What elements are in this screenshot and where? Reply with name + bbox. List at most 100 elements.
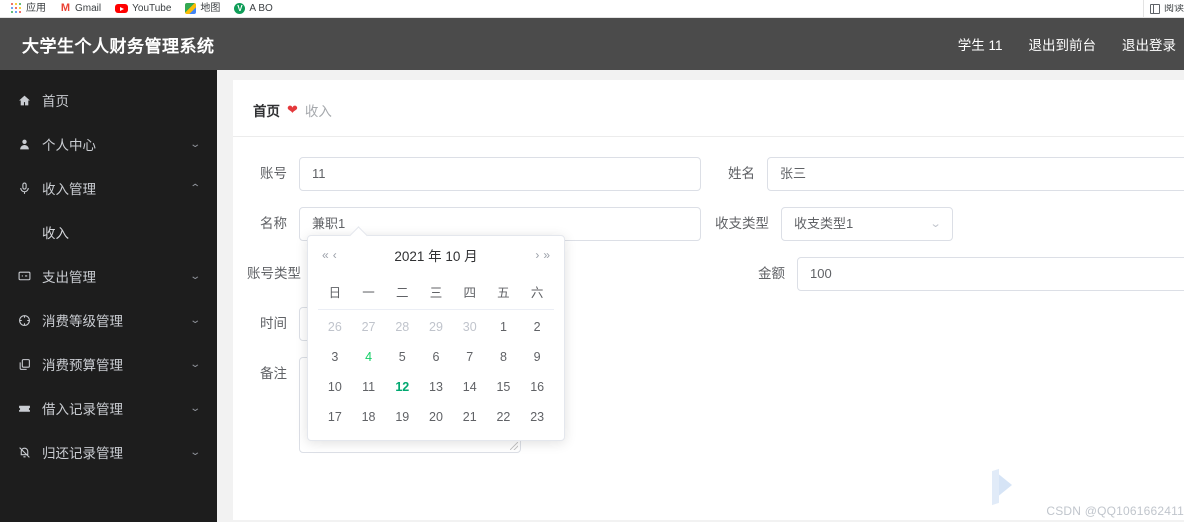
bookmark-youtube[interactable]: YouTube: [108, 1, 178, 17]
bookmark-maps[interactable]: 地图: [178, 1, 227, 17]
date-picker-day[interactable]: 21: [453, 402, 487, 432]
sidebar-item-home[interactable]: 首页: [0, 78, 217, 122]
date-picker-day[interactable]: 1: [487, 312, 521, 342]
amount-input[interactable]: 100: [797, 257, 1184, 291]
next-month-icon[interactable]: ›: [535, 248, 539, 262]
date-picker-day[interactable]: 6: [419, 342, 453, 372]
breadcrumb-home[interactable]: 首页: [253, 100, 280, 120]
field-account-no: 账号 11: [233, 157, 701, 191]
sidebar-item-consumption-budget-management[interactable]: 消费预算管理 ⌄: [0, 342, 217, 386]
income-type-value: 收支类型1: [794, 216, 854, 231]
bookmark-label: 应用: [26, 2, 46, 14]
prev-year-icon[interactable]: «: [322, 248, 329, 262]
weekday-label: 四: [463, 286, 476, 300]
sidebar-item-label: 支出管理: [42, 270, 96, 285]
comment-icon: [16, 270, 32, 283]
current-user[interactable]: 学生 11: [958, 34, 1003, 54]
mic-icon: [16, 182, 32, 195]
exit-to-frontend-button[interactable]: 退出到前台: [1029, 34, 1097, 54]
income-type-select[interactable]: 收支类型1 ⌄: [781, 207, 953, 241]
content-card: 首页 ❤ 收入 账号 11 姓名 张三 名称 兼职1 收支类型 收支类型1 ⌄ …: [233, 80, 1184, 520]
date-picker-day[interactable]: 23: [520, 402, 554, 432]
sidebar-item-label: 归还记录管理: [42, 446, 123, 461]
date-picker-day[interactable]: 15: [487, 372, 521, 402]
browser-bookmark-bar: 应用 M Gmail YouTube 地图 V A BO 阅读: [0, 0, 1184, 18]
date-picker-day[interactable]: 28: [385, 312, 419, 342]
field-label: 时间: [260, 316, 287, 331]
form-row-1: 账号 11 姓名 张三: [233, 157, 1184, 191]
date-picker-day[interactable]: 16: [520, 372, 554, 402]
date-picker-prev-nav[interactable]: « ‹: [322, 248, 337, 262]
youtube-icon: [115, 4, 129, 13]
sidebar-item-expense-management[interactable]: 支出管理 ⌄: [0, 254, 217, 298]
date-picker-popup[interactable]: « ‹ 2021 年 10 月 › » 日一二三四五六 26 27 28 29 30 1 2…: [307, 235, 565, 441]
sidebar-item-income[interactable]: 收入: [0, 210, 217, 254]
date-picker-day[interactable]: 10: [318, 372, 352, 402]
date-picker-day[interactable]: 29: [419, 312, 453, 342]
date-picker-day[interactable]: 27: [352, 312, 386, 342]
field-label: 账号: [260, 166, 287, 181]
sidebar-item-income-management[interactable]: 收入管理 ⌃: [0, 166, 217, 210]
person-name-input[interactable]: 张三: [767, 157, 1184, 191]
field-label: 姓名: [728, 166, 755, 181]
date-picker-day[interactable]: 9: [520, 342, 554, 372]
sidebar-item-label: 借入记录管理: [42, 402, 123, 417]
sidebar-item-label: 收入: [42, 226, 69, 241]
reading-list-button[interactable]: 阅读: [1143, 0, 1184, 18]
weekday-label: 六: [530, 286, 544, 300]
date-picker-day[interactable]: 7: [453, 342, 487, 372]
field-income-type: 收支类型 收支类型1 ⌄: [701, 207, 953, 241]
sidebar-item-return-record-management[interactable]: 归还记录管理 ⌄: [0, 430, 217, 474]
date-picker-next-nav[interactable]: › »: [535, 248, 550, 262]
weekday-label: 一: [362, 286, 375, 300]
date-picker-day[interactable]: 20: [419, 402, 453, 432]
date-picker-day[interactable]: 5: [385, 342, 419, 372]
date-picker-day[interactable]: 4: [352, 342, 386, 372]
bookmark-label: YouTube: [132, 2, 172, 14]
reading-list-label: 阅读: [1164, 4, 1184, 14]
date-picker-day[interactable]: 13: [419, 372, 453, 402]
sidebar-item-borrow-record-management[interactable]: 借入记录管理 ⌄: [0, 386, 217, 430]
page-layout: 首页 个人中心 ⌄ 收入管理 ⌃ 收入 支出管理 ⌄ 消费等级管理 ⌄ 消费预算…: [0, 70, 1184, 522]
sidebar-item-personal-center[interactable]: 个人中心 ⌄: [0, 122, 217, 166]
chevron-up-icon: ⌃: [188, 182, 201, 194]
logout-button[interactable]: 退出登录: [1122, 34, 1176, 54]
header-actions: 学生 11 退出到前台 退出登录: [958, 34, 1184, 54]
app-title: 大学生个人财务管理系统: [22, 36, 215, 56]
bookmark-gmail[interactable]: M Gmail: [53, 1, 108, 17]
income-form: 账号 11 姓名 张三 名称 兼职1 收支类型 收支类型1 ⌄ 账号类型 金额 …: [233, 137, 1184, 453]
date-picker-day[interactable]: 8: [487, 342, 521, 372]
home-icon: [16, 94, 32, 107]
sidebar-item-consumption-level-management[interactable]: 消费等级管理 ⌄: [0, 298, 217, 342]
chevron-down-icon: ⌄: [188, 446, 201, 458]
next-year-icon[interactable]: »: [543, 248, 550, 262]
ticket-icon: [16, 402, 32, 415]
date-picker-day[interactable]: 14: [453, 372, 487, 402]
chevron-down-icon: ⌄: [188, 402, 201, 414]
date-picker-day[interactable]: 3: [318, 342, 352, 372]
date-picker-day[interactable]: 22: [487, 402, 521, 432]
date-picker-day[interactable]: 19: [385, 402, 419, 432]
bookmark-abo[interactable]: V A BO: [227, 1, 279, 17]
bell-off-icon: [16, 446, 32, 459]
bookmark-label: A BO: [249, 2, 273, 14]
date-picker-day[interactable]: 12: [385, 372, 419, 402]
date-picker-day[interactable]: 26: [318, 312, 352, 342]
date-picker-day[interactable]: 30: [453, 312, 487, 342]
chevron-down-icon: ⌄: [188, 138, 201, 150]
date-picker-day[interactable]: 11: [352, 372, 386, 402]
user-icon: [16, 138, 32, 151]
field-amount: 金额 100: [731, 257, 1184, 291]
heart-icon: ❤: [287, 102, 298, 117]
date-picker-day[interactable]: 18: [352, 402, 386, 432]
sidebar-nav: 首页 个人中心 ⌄ 收入管理 ⌃ 收入 支出管理 ⌄ 消费等级管理 ⌄ 消费预算…: [0, 70, 217, 522]
chevron-down-icon: ⌄: [929, 218, 942, 230]
date-picker-day[interactable]: 17: [318, 402, 352, 432]
weekday-label: 五: [497, 286, 510, 300]
account-no-input[interactable]: 11: [299, 157, 701, 191]
prev-month-icon[interactable]: ‹: [333, 248, 337, 262]
date-picker-day[interactable]: 2: [520, 312, 554, 342]
sidebar-item-label: 消费等级管理: [42, 314, 123, 329]
gmail-icon: M: [60, 2, 71, 14]
bookmark-apps[interactable]: 应用: [4, 1, 53, 17]
